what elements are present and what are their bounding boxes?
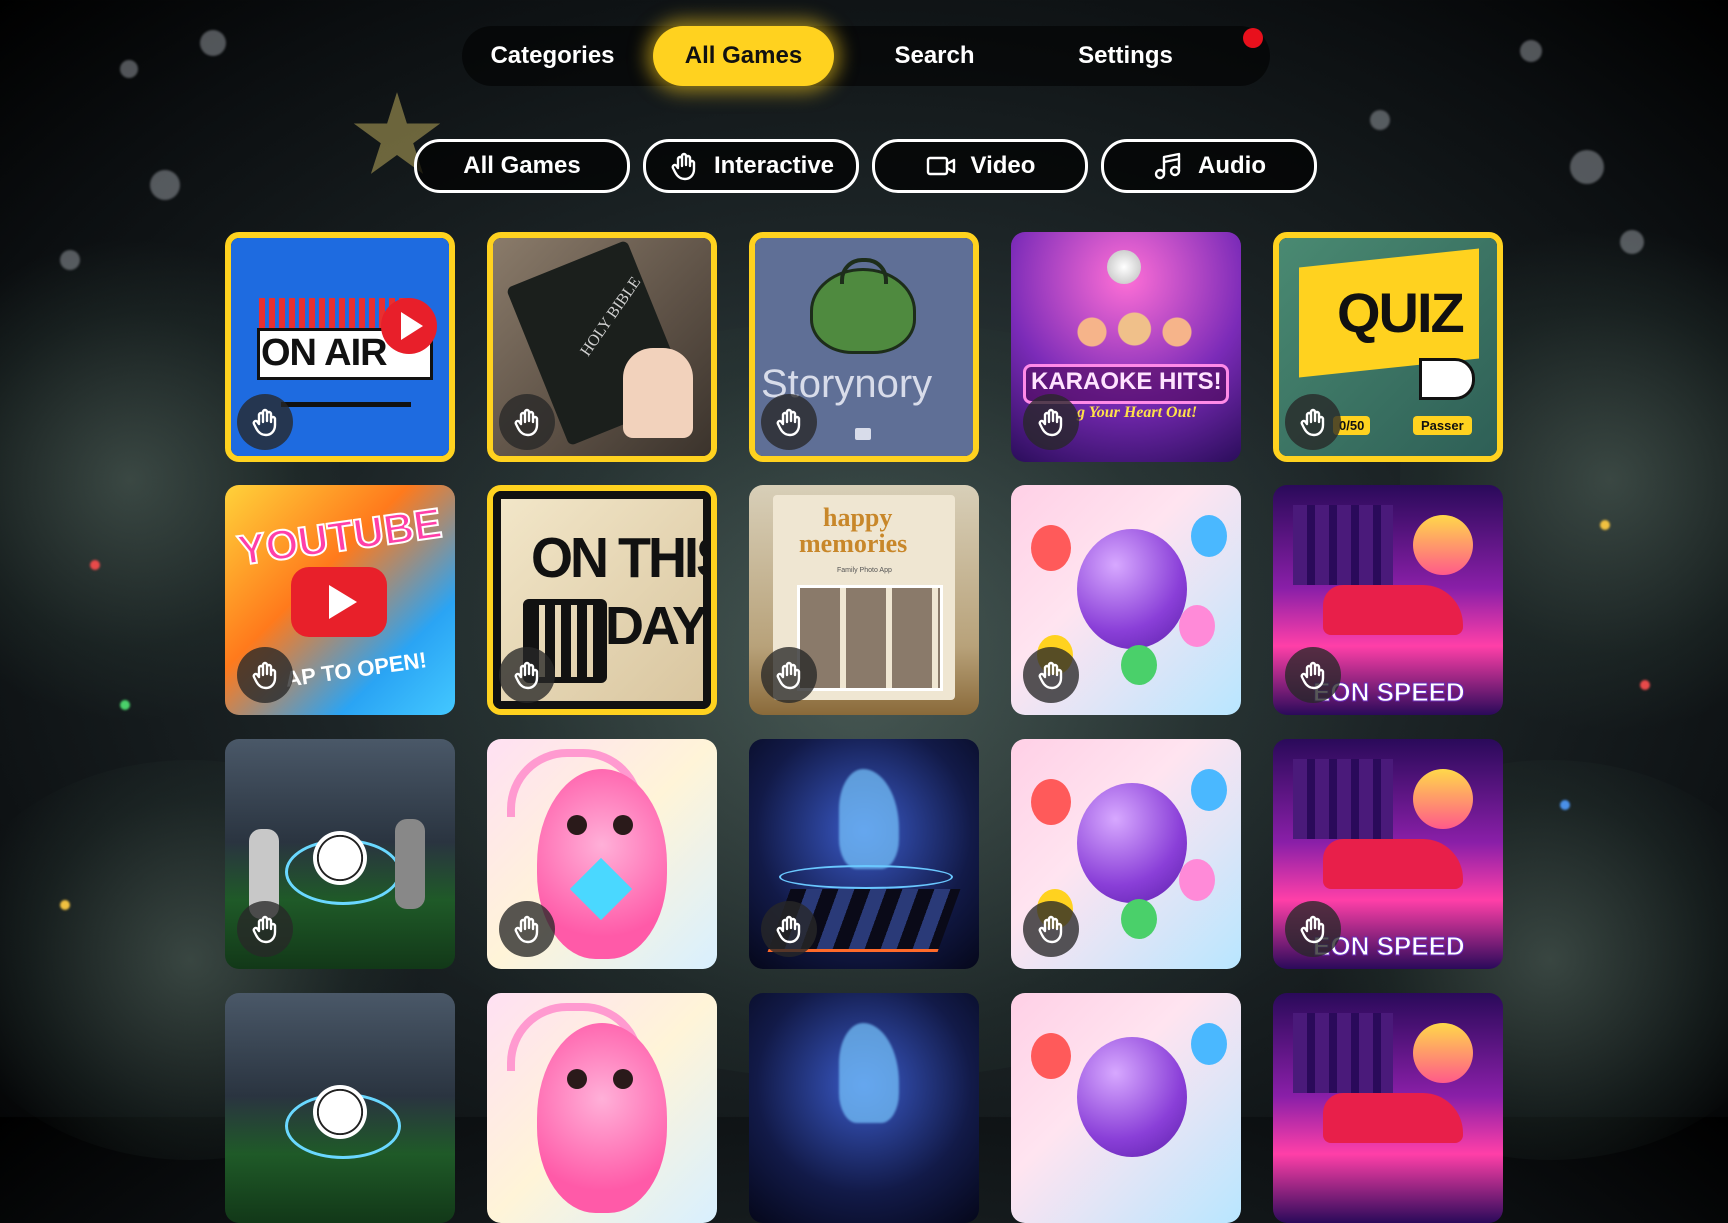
neon-speed-artwork (1273, 993, 1503, 1223)
nav-all-games[interactable]: All Games (653, 26, 834, 86)
notification-dot (1243, 28, 1263, 48)
filter-audio-label: Audio (1198, 152, 1266, 179)
hand-icon (514, 915, 539, 944)
game-tile-on-this-day[interactable]: ON THIS DAY (487, 485, 717, 715)
hand-icon (1038, 408, 1063, 437)
on-this-day-line2: DAY (605, 596, 708, 656)
game-tile-neon-speed-2[interactable]: EON SPEED (1273, 739, 1503, 969)
nav-settings[interactable]: Settings (1035, 26, 1216, 86)
interactive-badge (761, 901, 817, 957)
game-tile-balloon-pop[interactable] (1011, 485, 1241, 715)
filter-interactive-label: Interactive (713, 152, 835, 179)
interactive-badge (1285, 394, 1341, 450)
hand-icon (671, 152, 696, 181)
game-tile-pink-monster-3[interactable] (487, 993, 717, 1223)
interactive-badge (499, 647, 555, 703)
game-tile-karaoke-hits[interactable]: KARAOKE HITS! g Your Heart Out! (1011, 232, 1241, 462)
filter-all-games-label: All Games (463, 152, 581, 179)
on-this-day-line1: ON THIS (531, 526, 711, 590)
interactive-badge (237, 394, 293, 450)
memories-line2: memories (799, 529, 908, 558)
hand-icon (252, 915, 277, 944)
on-air-text: ON AIR (261, 332, 388, 374)
game-tile-happy-memories[interactable]: happy memories Family Photo App (749, 485, 979, 715)
soccer-artwork (225, 993, 455, 1223)
filter-video[interactable]: Video (872, 139, 1088, 193)
game-tile-balloon-pop-2[interactable] (1011, 739, 1241, 969)
music-note-icon (1154, 152, 1181, 180)
interactive-badge (499, 394, 555, 450)
quiz-title: QUIZ (1337, 281, 1465, 344)
hand-icon (776, 408, 801, 437)
hand-icon (776, 915, 801, 944)
game-tile-chess-horse[interactable] (749, 739, 979, 969)
youtube-title: YOUTUBE (234, 498, 446, 575)
game-tile-youtube[interactable]: YOUTUBE AP TO OPEN! (225, 485, 455, 715)
game-tile-neon-speed[interactable]: EON SPEED (1273, 485, 1503, 715)
game-tile-neon-speed-3[interactable] (1273, 993, 1503, 1223)
game-tile-soccer[interactable] (225, 739, 455, 969)
karaoke-subtitle: g Your Heart Out! (1077, 404, 1198, 421)
speaker-icon (855, 428, 871, 440)
hand-icon (776, 661, 801, 690)
interactive-badge (237, 647, 293, 703)
interactive-badge (499, 901, 555, 957)
interactive-badge (1023, 901, 1079, 957)
nav-categories[interactable]: Categories (462, 26, 643, 86)
hand-icon (1038, 915, 1063, 944)
quiz-skip: Passer (1413, 416, 1472, 435)
hand-icon (252, 408, 277, 437)
youtube-subtitle: AP TO OPEN! (283, 647, 429, 692)
hand-icon (1300, 915, 1325, 944)
nav-search[interactable]: Search (844, 26, 1025, 86)
video-icon (926, 156, 955, 176)
hand-icon (1038, 661, 1063, 690)
hand-icon (514, 408, 539, 437)
interactive-badge (1023, 394, 1079, 450)
hand-icon (252, 661, 277, 690)
filter-all-games[interactable]: All Games (414, 139, 630, 193)
interactive-badge (1285, 647, 1341, 703)
top-navigation: Categories All Games Search Settings (462, 26, 1270, 86)
pink-monster-artwork (487, 993, 717, 1223)
interactive-badge (1023, 647, 1079, 703)
game-tile-chess-horse-3[interactable] (749, 993, 979, 1223)
filter-video-label: Video (970, 152, 1036, 179)
hand-icon (1300, 408, 1325, 437)
memories-caption: Family Photo App (837, 567, 892, 574)
game-tile-balloon-pop-3[interactable] (1011, 993, 1241, 1223)
hand-icon (514, 661, 539, 690)
interactive-badge (761, 394, 817, 450)
interactive-badge (237, 901, 293, 957)
game-tile-pink-monster[interactable] (487, 739, 717, 969)
filter-bar: All Games Interactive Video Audio (414, 139, 1317, 193)
game-tile-soccer-3[interactable] (225, 993, 455, 1223)
game-tile-quiz[interactable]: QUIZ 0/50 Passer (1273, 232, 1503, 462)
interactive-badge (761, 647, 817, 703)
chess-artwork (749, 993, 979, 1223)
interactive-badge (1285, 901, 1341, 957)
game-tile-on-air[interactable]: ON AIR (225, 232, 455, 462)
filter-interactive[interactable]: Interactive (643, 139, 859, 193)
hand-icon (1300, 661, 1325, 690)
filter-audio[interactable]: Audio (1101, 139, 1317, 193)
game-tile-storynory[interactable]: Storynory (749, 232, 979, 462)
balloon-artwork (1011, 993, 1241, 1223)
karaoke-title: KARAOKE HITS! (1031, 368, 1222, 395)
game-tile-holy-bible[interactable]: HOLY BIBLE (487, 232, 717, 462)
